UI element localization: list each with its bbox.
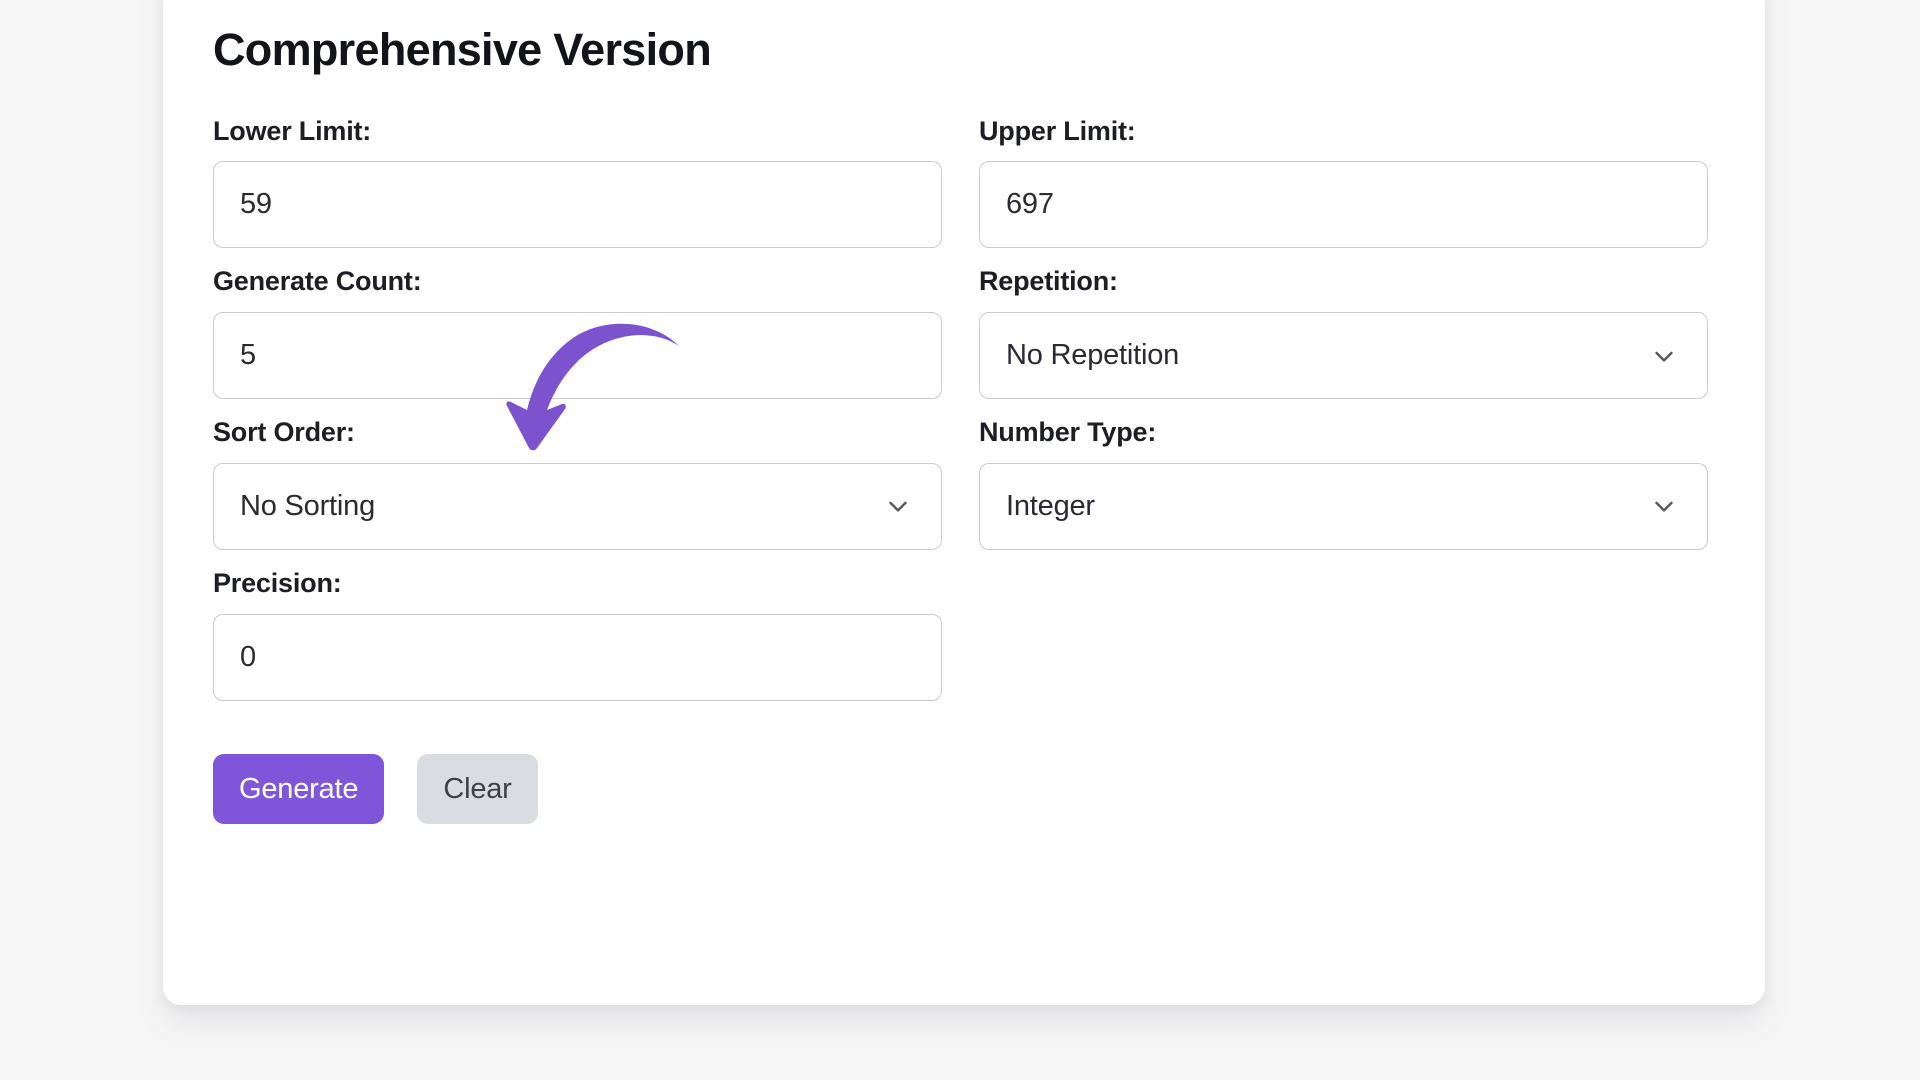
precision-value: 0 xyxy=(240,640,256,673)
chevron-down-icon[interactable] xyxy=(1649,491,1679,521)
field-generate-count: Generate Count: 5 xyxy=(213,265,942,400)
precision-label: Precision: xyxy=(213,567,342,598)
form-actions: Generate Clear xyxy=(213,753,1715,824)
lower-limit-value: 59 xyxy=(240,188,272,221)
chevron-down-icon[interactable] xyxy=(883,491,913,521)
field-repetition: Repetition: No Repetition xyxy=(979,265,1708,400)
number-type-label: Number Type: xyxy=(979,417,1157,448)
chevron-down-icon[interactable] xyxy=(1649,341,1679,371)
upper-limit-value: 697 xyxy=(1006,188,1054,221)
generate-count-label: Generate Count: xyxy=(213,266,422,297)
form-grid: Lower Limit: 59 Upper Limit: 697 Generat… xyxy=(213,115,1715,718)
field-lower-limit: Lower Limit: 59 xyxy=(213,115,942,249)
grid-gutter-2 xyxy=(942,265,979,416)
card-content: Comprehensive Version Lower Limit: 59 Up… xyxy=(213,24,1715,824)
lower-limit-input[interactable]: 59 xyxy=(213,161,942,249)
number-type-select[interactable]: Integer xyxy=(979,462,1708,550)
generate-count-input[interactable]: 5 xyxy=(213,312,942,400)
repetition-select[interactable]: No Repetition xyxy=(979,312,1708,400)
page-root: Comprehensive Version Lower Limit: 59 Up… xyxy=(0,0,1920,1080)
field-precision: Precision: 0 xyxy=(213,567,942,701)
sort-order-label: Sort Order: xyxy=(213,417,355,448)
page-title: Comprehensive Version xyxy=(213,24,712,75)
precision-input[interactable]: 0 xyxy=(213,613,942,701)
generate-button[interactable]: Generate xyxy=(213,753,385,824)
sort-order-select[interactable]: No Sorting xyxy=(213,462,942,550)
grid-gutter-3 xyxy=(942,416,979,567)
repetition-label: Repetition: xyxy=(979,266,1118,297)
upper-limit-label: Upper Limit: xyxy=(979,115,1136,146)
upper-limit-input[interactable]: 697 xyxy=(979,161,1708,249)
field-number-type: Number Type: Integer xyxy=(979,416,1708,550)
generate-count-value: 5 xyxy=(240,339,256,372)
grid-empty-cell xyxy=(979,567,1708,718)
clear-button[interactable]: Clear xyxy=(417,753,538,824)
number-type-value: Integer xyxy=(1006,489,1095,522)
field-sort-order: Sort Order: No Sorting xyxy=(213,416,942,550)
repetition-value: No Repetition xyxy=(1006,339,1180,372)
grid-gutter-4 xyxy=(942,567,979,718)
field-upper-limit: Upper Limit: 697 xyxy=(979,115,1708,249)
comprehensive-version-card: Comprehensive Version Lower Limit: 59 Up… xyxy=(163,0,1765,1005)
lower-limit-label: Lower Limit: xyxy=(213,115,372,146)
grid-gutter-1 xyxy=(942,115,979,266)
sort-order-value: No Sorting xyxy=(240,489,376,522)
